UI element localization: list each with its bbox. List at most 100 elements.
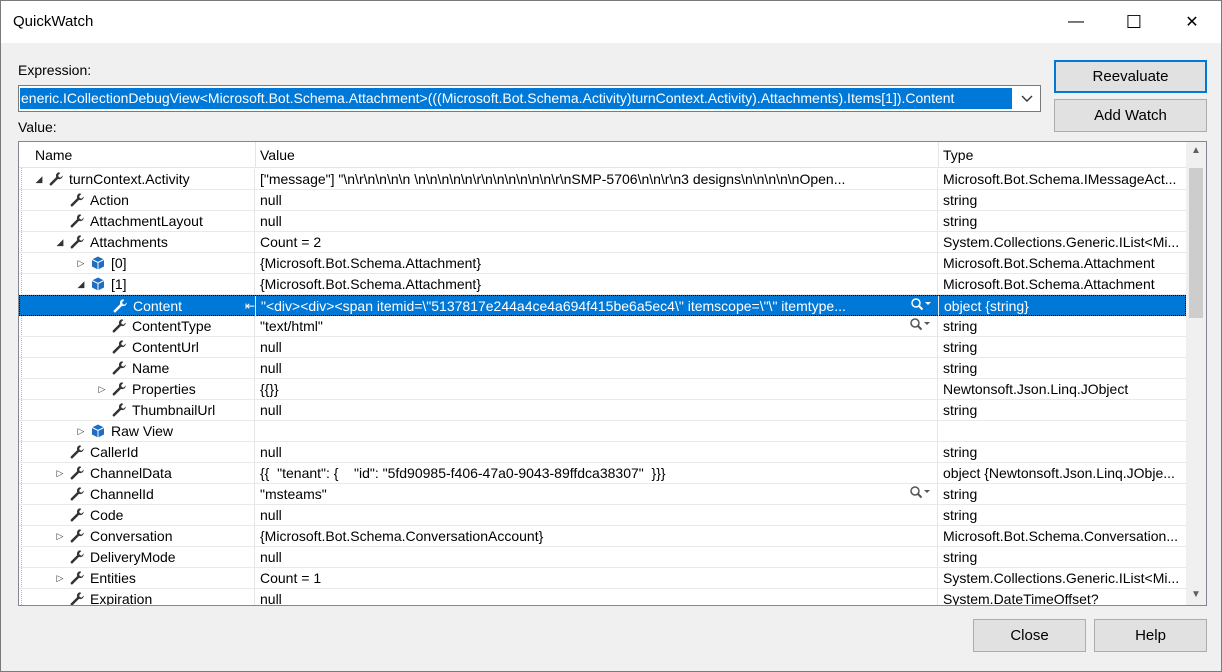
name-cell[interactable]: ContentUrl [19, 337, 255, 358]
value-cell[interactable]: {{ "tenant": { "id": "5fd90985-f406-47a0… [256, 463, 938, 484]
name-cell[interactable]: ◢ Attachments [19, 232, 255, 253]
name-cell[interactable]: ◢ [1] [19, 274, 255, 295]
name-cell[interactable]: ▷ [0] [19, 253, 255, 274]
value-cell[interactable] [256, 421, 938, 442]
value-cell[interactable]: Count = 1 [256, 568, 938, 589]
expand-arrow-icon[interactable]: ▷ [54, 526, 66, 546]
value-cell[interactable]: null [256, 589, 938, 605]
table-row[interactable]: ▷ Properties {{}} Newtonsoft.Json.Linq.JObj… [19, 379, 1186, 400]
column-header-type[interactable]: Type [939, 142, 1186, 168]
help-button[interactable]: Help [1094, 619, 1207, 652]
expression-combobox[interactable]: eneric.ICollectionDebugView<Microsoft.Bo… [18, 85, 1041, 112]
row-value: "text/html" [260, 318, 323, 334]
table-row[interactable]: ◢ [1] {Microsoft.Bot.Schema.Attachment} Mic… [19, 274, 1186, 295]
table-row[interactable]: Expiration null System.DateTimeOffset? [19, 589, 1186, 605]
expand-arrow-icon[interactable]: ▷ [96, 379, 108, 399]
name-cell[interactable]: Expiration [19, 589, 255, 605]
name-cell[interactable]: Name [19, 358, 255, 379]
table-row[interactable]: ▷ [0] {Microsoft.Bot.Schema.Attachment} Mic… [19, 253, 1186, 274]
pin-icon[interactable]: ⇤ [245, 296, 255, 316]
value-cell[interactable]: {Microsoft.Bot.Schema.ConversationAccoun… [256, 526, 938, 547]
table-row[interactable]: ▷ ChannelData {{ "tenant": { "id": "5fd909… [19, 463, 1186, 484]
minimize-button[interactable]: — [1047, 1, 1105, 43]
name-cell[interactable]: ▷ ChannelData [19, 463, 255, 484]
table-row[interactable]: ▷ Raw View [19, 421, 1186, 442]
value-cell[interactable]: "<div><div><span itemid=\"5137817e244a4c… [257, 296, 939, 317]
name-cell[interactable]: CallerId [19, 442, 255, 463]
name-cell[interactable]: ContentType [19, 316, 255, 337]
name-cell[interactable]: ▷ Entities [19, 568, 255, 589]
name-cell[interactable]: ▷ Raw View [19, 421, 255, 442]
value-cell[interactable]: null [256, 190, 938, 211]
value-cell[interactable]: {Microsoft.Bot.Schema.Attachment} [256, 274, 938, 295]
table-row[interactable]: Code null string [19, 505, 1186, 526]
table-row[interactable]: Content ⇤ "<div><div><span itemid=\"513781… [19, 295, 1186, 317]
text-visualizer-icon[interactable] [909, 317, 931, 337]
watch-grid[interactable]: Name Value Type ◢ turnContext.Activity ["m… [18, 141, 1207, 606]
column-header-value[interactable]: Value [256, 142, 939, 168]
table-row[interactable]: Name null string [19, 358, 1186, 379]
scroll-down-arrow-icon[interactable]: ▼ [1186, 586, 1206, 604]
value-cell[interactable]: null [256, 211, 938, 232]
name-cell[interactable]: DeliveryMode [19, 547, 255, 568]
column-header-name[interactable]: Name [31, 142, 256, 168]
expand-arrow-icon[interactable]: ▷ [75, 421, 87, 441]
collapse-arrow-icon[interactable]: ◢ [33, 169, 45, 189]
value-cell[interactable]: null [256, 505, 938, 526]
name-cell[interactable]: ▷ Conversation [19, 526, 255, 547]
table-row[interactable]: CallerId null string [19, 442, 1186, 463]
name-cell[interactable]: AttachmentLayout [19, 211, 255, 232]
name-cell[interactable]: ThumbnailUrl [19, 400, 255, 421]
table-row[interactable]: ChannelId "msteams" string [19, 484, 1186, 505]
close-button[interactable]: Close [973, 619, 1086, 652]
reevaluate-button[interactable]: Reevaluate [1054, 60, 1207, 93]
table-row[interactable]: AttachmentLayout null string [19, 211, 1186, 232]
collapse-arrow-icon[interactable]: ◢ [54, 232, 66, 252]
scroll-thumb[interactable] [1189, 168, 1203, 318]
table-row[interactable]: Action null string [19, 190, 1186, 211]
collapse-arrow-icon[interactable]: ◢ [75, 274, 87, 294]
table-row[interactable]: DeliveryMode null string [19, 547, 1186, 568]
table-row[interactable]: ▷ Entities Count = 1 System.Collections.Gen… [19, 568, 1186, 589]
table-row[interactable]: ▷ Conversation {Microsoft.Bot.Schema.Conve… [19, 526, 1186, 547]
maximize-button[interactable]: ☐ [1105, 1, 1163, 43]
type-cell: Microsoft.Bot.Schema.Attachment [943, 255, 1155, 271]
value-cell[interactable]: null [256, 337, 938, 358]
name-cell[interactable]: ◢ turnContext.Activity [19, 169, 255, 190]
name-cell[interactable]: Content ⇤ [20, 296, 256, 317]
table-row[interactable]: ◢ turnContext.Activity ["message"] "\n\r\n… [19, 169, 1186, 190]
expression-input[interactable]: eneric.ICollectionDebugView<Microsoft.Bo… [20, 88, 1012, 109]
table-row[interactable]: ThumbnailUrl null string [19, 400, 1186, 421]
value-cell[interactable]: null [256, 400, 938, 421]
value-cell[interactable]: ["message"] "\n\r\n\n\n\n \n\n\n\n\n\r\n… [256, 169, 938, 190]
value-cell[interactable]: "msteams" [256, 484, 938, 505]
value-cell[interactable]: {{}} [256, 379, 938, 400]
table-row[interactable]: ContentType "text/html" string [19, 316, 1186, 337]
value-cell[interactable]: "text/html" [256, 316, 938, 337]
value-cell[interactable]: null [256, 358, 938, 379]
add-watch-button[interactable]: Add Watch [1054, 99, 1207, 132]
expand-arrow-icon[interactable]: ▷ [54, 568, 66, 588]
close-window-button[interactable]: ✕ [1163, 1, 1221, 43]
name-cell[interactable]: Action [19, 190, 255, 211]
type-cell: string [943, 486, 978, 502]
value-cell[interactable]: null [256, 547, 938, 568]
name-cell[interactable]: ChannelId [19, 484, 255, 505]
value-cell[interactable]: null [256, 442, 938, 463]
wrench-icon [111, 339, 127, 355]
vertical-scrollbar[interactable]: ▲ ▼ [1186, 142, 1206, 605]
title-bar[interactable]: QuickWatch — ☐ ✕ [1, 1, 1221, 43]
name-cell[interactable]: Code [19, 505, 255, 526]
scroll-up-arrow-icon[interactable]: ▲ [1186, 142, 1206, 160]
value-cell[interactable]: Count = 2 [256, 232, 938, 253]
row-value: Count = 2 [260, 234, 322, 250]
name-cell[interactable]: ▷ Properties [19, 379, 255, 400]
chevron-down-icon[interactable] [1014, 86, 1040, 111]
expand-arrow-icon[interactable]: ▷ [54, 463, 66, 483]
text-visualizer-icon[interactable] [910, 297, 932, 317]
text-visualizer-icon[interactable] [909, 485, 931, 505]
expand-arrow-icon[interactable]: ▷ [75, 253, 87, 273]
value-cell[interactable]: {Microsoft.Bot.Schema.Attachment} [256, 253, 938, 274]
table-row[interactable]: ContentUrl null string [19, 337, 1186, 358]
table-row[interactable]: ◢ Attachments Count = 2 System.Collections.… [19, 232, 1186, 253]
